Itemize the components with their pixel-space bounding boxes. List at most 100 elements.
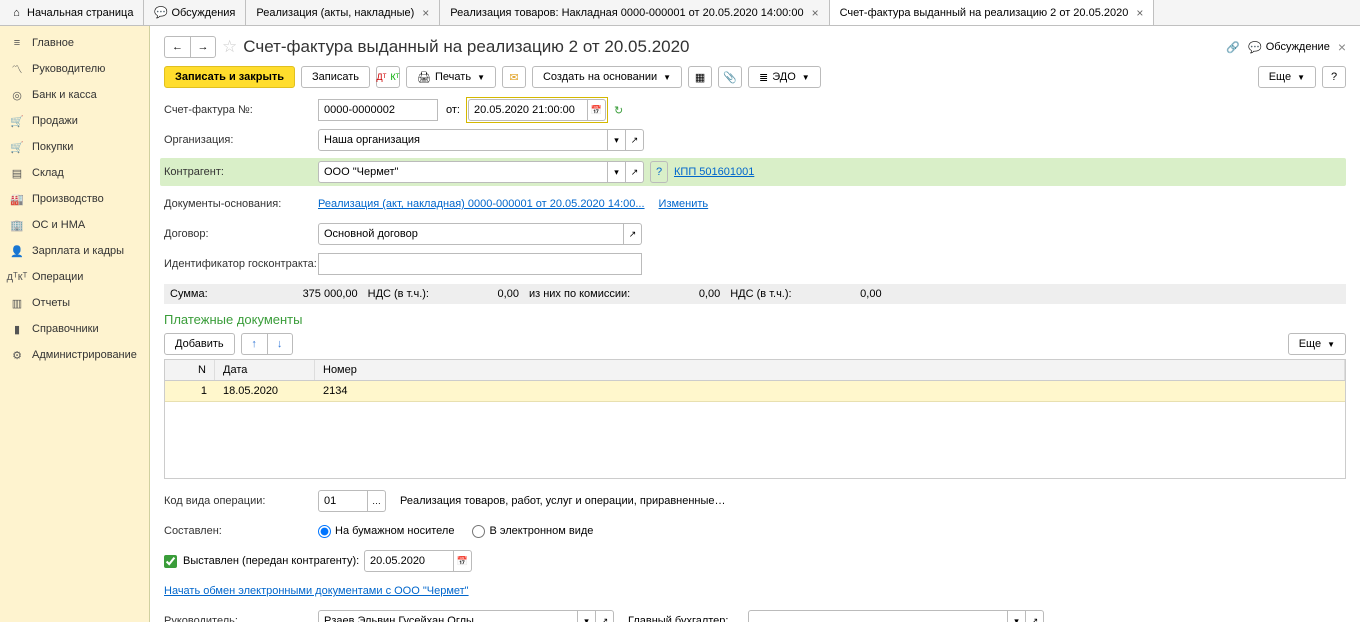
tab-schet-faktura[interactable]: Счет-фактура выданный на реализацию 2 от… bbox=[830, 0, 1155, 25]
add-button[interactable]: Добавить bbox=[164, 333, 235, 355]
accountant-field[interactable] bbox=[748, 610, 1008, 622]
close-icon[interactable]: × bbox=[812, 6, 819, 20]
dropdown-icon[interactable]: ▾ bbox=[608, 161, 626, 183]
sum-row: Сумма: 375 000,00 НДС (в т.ч.): 0,00 из … bbox=[164, 284, 1346, 304]
discuss-button[interactable]: 💬 Обсуждение bbox=[1248, 41, 1330, 54]
sidebar-item-bank[interactable]: ◎Банк и касса bbox=[0, 82, 149, 108]
print-icon: 🖨 bbox=[417, 71, 431, 84]
envelope-icon: ✉ bbox=[509, 71, 518, 84]
dropdown-icon[interactable]: ▾ bbox=[1008, 610, 1026, 622]
vat2-label: НДС (в т.ч.): bbox=[730, 288, 791, 300]
sidebar-item-salary[interactable]: 👤Зарплата и кадры bbox=[0, 238, 149, 264]
create-based-button[interactable]: Создать на основании▼ bbox=[532, 66, 682, 88]
accountant-label: Главный бухгалтер: bbox=[628, 615, 748, 622]
help-button[interactable]: ? bbox=[1322, 66, 1346, 88]
sidebar-item-osnma[interactable]: 🏢ОС и НМА bbox=[0, 212, 149, 238]
sidebar-item-admin[interactable]: ⚙Администрирование bbox=[0, 342, 149, 368]
dropdown-icon[interactable]: ▾ bbox=[608, 129, 626, 151]
sidebar-item-purchases[interactable]: 🛒Покупки bbox=[0, 134, 149, 160]
org-field[interactable] bbox=[318, 129, 608, 151]
paperclip-icon: 📎 bbox=[723, 71, 737, 84]
comm-value: 0,00 bbox=[640, 288, 720, 300]
col-n[interactable]: N bbox=[165, 360, 215, 380]
kpp-link[interactable]: КПП 501601001 bbox=[674, 166, 754, 178]
contract-field[interactable] bbox=[318, 223, 624, 245]
coin-icon: ◎ bbox=[10, 88, 24, 102]
forward-button[interactable]: → bbox=[190, 36, 216, 58]
content: ← → ☆ Счет-фактура выданный на реализаци… bbox=[150, 26, 1360, 622]
calendar-icon[interactable]: 📅 bbox=[588, 99, 606, 121]
close-button[interactable]: × bbox=[1338, 39, 1346, 55]
num-field[interactable] bbox=[318, 99, 438, 121]
head-field[interactable] bbox=[318, 610, 578, 622]
attach-button[interactable]: 📎 bbox=[718, 66, 742, 88]
sidebar-item-production[interactable]: 🏭Производство bbox=[0, 186, 149, 212]
save-button[interactable]: Записать bbox=[301, 66, 370, 88]
open-icon[interactable]: ↗ bbox=[596, 610, 614, 622]
structure-button[interactable]: ▦ bbox=[688, 66, 712, 88]
more-button-2[interactable]: Еще▼ bbox=[1288, 333, 1346, 355]
print-button[interactable]: 🖨Печать▼ bbox=[406, 66, 496, 88]
issued-date-field[interactable] bbox=[364, 550, 454, 572]
move-down-button[interactable]: ↓ bbox=[267, 333, 293, 355]
col-num[interactable]: Номер bbox=[315, 360, 1345, 380]
edo-button[interactable]: ≣ЭДО▼ bbox=[748, 66, 821, 88]
help-icon[interactable]: ? bbox=[650, 161, 668, 183]
vat2-value: 0,00 bbox=[802, 288, 882, 300]
dropdown-icon[interactable]: ▾ bbox=[578, 610, 596, 622]
issued-checkbox[interactable]: Выставлен (передан контрагенту): bbox=[164, 555, 364, 568]
goscontract-field[interactable] bbox=[318, 253, 642, 275]
select-icon[interactable]: … bbox=[368, 490, 386, 512]
tab-discussions[interactable]: 💬 Обсуждения bbox=[144, 0, 246, 25]
operations-icon: дᵀкᵀ bbox=[10, 270, 24, 284]
close-icon[interactable]: × bbox=[1136, 6, 1143, 20]
link-icon[interactable]: 🔗 bbox=[1226, 41, 1240, 54]
cell-num: 2134 bbox=[315, 381, 1345, 401]
radio-electronic[interactable]: В электронном виде bbox=[472, 525, 593, 538]
close-icon[interactable]: × bbox=[422, 6, 429, 20]
save-close-button[interactable]: Записать и закрыть bbox=[164, 66, 295, 88]
refresh-icon[interactable]: ↻ bbox=[614, 104, 623, 117]
tab-invoice[interactable]: Реализация товаров: Накладная 0000-00000… bbox=[440, 0, 829, 25]
col-date[interactable]: Дата bbox=[215, 360, 315, 380]
sidebar-item-operations[interactable]: дᵀкᵀОперации bbox=[0, 264, 149, 290]
building-icon: 🏢 bbox=[10, 218, 24, 232]
open-icon[interactable]: ↗ bbox=[626, 161, 644, 183]
composed-label: Составлен: bbox=[164, 525, 318, 537]
open-icon[interactable]: ↗ bbox=[626, 129, 644, 151]
open-icon[interactable]: ↗ bbox=[624, 223, 642, 245]
tab-home[interactable]: ⌂ Начальная страница bbox=[0, 0, 144, 25]
sidebar-item-manager[interactable]: 〽Руководителю bbox=[0, 56, 149, 82]
vat-value: 0,00 bbox=[439, 288, 519, 300]
num-label: Счет-фактура №: bbox=[164, 104, 318, 116]
sum-label: Сумма: bbox=[170, 288, 208, 300]
contr-label: Контрагент: bbox=[164, 166, 318, 178]
radio-paper[interactable]: На бумажном носителе bbox=[318, 525, 454, 538]
docbase-link[interactable]: Реализация (акт, накладная) 0000-000001 … bbox=[318, 198, 645, 210]
comm-label: из них по комиссии: bbox=[529, 288, 630, 300]
calendar-icon[interactable]: 📅 bbox=[454, 550, 472, 572]
back-button[interactable]: ← bbox=[164, 36, 190, 58]
tab-realization[interactable]: Реализация (акты, накладные) × bbox=[246, 0, 440, 25]
contr-field[interactable] bbox=[318, 161, 608, 183]
open-icon[interactable]: ↗ bbox=[1026, 610, 1044, 622]
kind-field[interactable] bbox=[318, 490, 368, 512]
sidebar-item-sales[interactable]: 🛒Продажи bbox=[0, 108, 149, 134]
head-label: Руководитель: bbox=[164, 615, 318, 622]
chat-icon: 💬 bbox=[1248, 41, 1262, 54]
dtkt-button[interactable]: ДᵀКᵀ bbox=[376, 66, 400, 88]
move-up-button[interactable]: ↑ bbox=[241, 333, 267, 355]
sidebar-item-catalogs[interactable]: ▮Справочники bbox=[0, 316, 149, 342]
change-link[interactable]: Изменить bbox=[659, 198, 709, 210]
date-field[interactable] bbox=[468, 99, 588, 121]
chat-icon: 💬 bbox=[154, 6, 167, 19]
more-button[interactable]: Еще▼ bbox=[1258, 66, 1316, 88]
sidebar-item-warehouse[interactable]: ▤Склад bbox=[0, 160, 149, 186]
sidebar-item-main[interactable]: ≡Главное bbox=[0, 30, 149, 56]
star-icon[interactable]: ☆ bbox=[222, 37, 237, 57]
sidebar-item-reports[interactable]: ▥Отчеты bbox=[0, 290, 149, 316]
edo-start-link[interactable]: Начать обмен электронными документами с … bbox=[164, 585, 469, 597]
table-row[interactable]: 1 18.05.2020 2134 bbox=[165, 381, 1345, 402]
mail-button[interactable]: ✉ bbox=[502, 66, 526, 88]
cart-icon: 🛒 bbox=[10, 114, 24, 128]
